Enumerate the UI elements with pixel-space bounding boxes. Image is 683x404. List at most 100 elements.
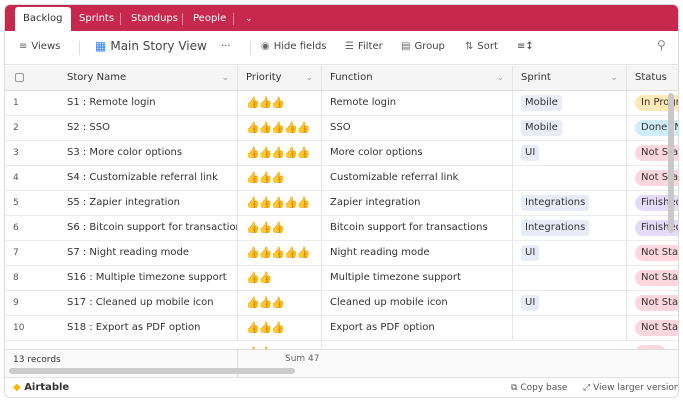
story-name-cell[interactable]: S4 : Customizable referral link (51, 166, 238, 190)
function-cell[interactable]: More color options (322, 141, 513, 165)
function-cell[interactable]: Multiple timezone support (322, 266, 513, 290)
table-row[interactable]: 10 S18 : Export as PDF option 👍👍👍 Export… (5, 316, 678, 341)
chevron-down-icon: ⌄ (221, 73, 229, 83)
status-cell[interactable]: Not Started (627, 241, 678, 265)
priority-rating[interactable]: 👍👍👍👍👍 (238, 116, 322, 140)
priority-rating[interactable]: 👍👍👍👍👍 (238, 141, 322, 165)
row-number: 3 (13, 148, 19, 158)
column-header-story-name[interactable]: Story Name ⌄ (51, 66, 238, 90)
story-name-cell[interactable]: S7 : Night reading mode (51, 241, 238, 265)
story-name-cell[interactable]: S18 : Export as PDF option (51, 316, 238, 340)
sprint-cell[interactable]: Integrations (513, 191, 627, 215)
sprint-cell[interactable]: UI (513, 141, 627, 165)
sprint-cell[interactable]: UI (513, 241, 627, 265)
story-name-cell[interactable]: S16 : Multiple timezone support (51, 266, 238, 290)
sprint-cell[interactable]: UI (513, 291, 627, 315)
hide-fields-button[interactable]: ◉ Hide fields (261, 41, 327, 52)
sprint-tag: UI (521, 245, 540, 261)
sprint-tag: Integrations (521, 195, 590, 211)
record-count: 13 records (13, 355, 61, 365)
table-row[interactable]: 1 S1 : Remote login 👍👍👍 Remote login Mob… (5, 91, 678, 116)
priority-rating[interactable]: 👍👍👍 (238, 91, 322, 115)
view-larger-button[interactable]: ⤢ View larger version (583, 383, 678, 393)
table-row-partial[interactable]: 👍👍 (5, 341, 678, 349)
sprint-tag: UI (521, 145, 540, 161)
summary-bar: 13 records Sum 47 (5, 349, 678, 378)
function-cell[interactable]: Customizable referral link (322, 166, 513, 190)
priority-rating[interactable]: 👍👍👍 (238, 216, 322, 240)
row-number: 2 (13, 123, 19, 133)
row-number: 8 (13, 273, 19, 283)
column-header-status[interactable]: Status (627, 66, 678, 90)
table-row[interactable]: 6 S6 : Bitcoin support for transactions … (5, 216, 678, 241)
airtable-logo[interactable]: ◆ Airtable (13, 382, 69, 393)
status-cell[interactable]: Not Started (627, 291, 678, 315)
table-tabs: Backlog Sprints Standups People ⌄ (5, 5, 678, 31)
sprint-cell[interactable] (513, 316, 627, 340)
table-row[interactable]: 9 S17 : Cleaned up mobile icon 👍👍👍 Clean… (5, 291, 678, 316)
function-cell[interactable]: SSO (322, 116, 513, 140)
table-row[interactable]: 7 S7 : Night reading mode 👍👍👍👍👍 Night re… (5, 241, 678, 266)
story-name-cell[interactable]: S5 : Zapier integration (51, 191, 238, 215)
status-cell[interactable]: Not Started (627, 316, 678, 340)
priority-rating[interactable]: 👍👍👍 (238, 316, 322, 340)
sprint-tag: UI (521, 295, 540, 311)
row-number: 4 (13, 173, 19, 183)
table-row[interactable]: 2 S2 : SSO 👍👍👍👍👍 SSO Mobile Done (N (5, 116, 678, 141)
sprint-cell[interactable] (513, 166, 627, 190)
vertical-scrollbar[interactable] (668, 93, 674, 233)
story-name-cell[interactable]: S3 : More color options (51, 141, 238, 165)
function-cell[interactable]: Zapier integration (322, 191, 513, 215)
column-header-priority[interactable]: Priority ⌄ (238, 66, 322, 90)
tab-sprints[interactable]: Sprints (71, 7, 122, 31)
sort-button[interactable]: ⇅ Sort (465, 41, 498, 52)
table-row[interactable]: 3 S3 : More color options 👍👍👍👍👍 More col… (5, 141, 678, 166)
priority-rating[interactable]: 👍👍 (238, 266, 322, 290)
table-row[interactable]: 4 S4 : Customizable referral link 👍👍👍 Cu… (5, 166, 678, 191)
status-badge: Not Started (635, 295, 678, 311)
story-name-cell[interactable]: S1 : Remote login (51, 91, 238, 115)
table-row[interactable]: 5 S5 : Zapier integration 👍👍👍👍👍 Zapier i… (5, 191, 678, 216)
records-grid: Story Name ⌄ Priority ⌄ Function ⌄ Sprint ⌄ … (5, 66, 678, 349)
chevron-down-icon: ⌄ (496, 73, 504, 83)
sprint-cell[interactable] (513, 266, 627, 290)
select-all-checkbox[interactable] (5, 66, 51, 90)
function-cell[interactable]: Night reading mode (322, 241, 513, 265)
story-name-cell[interactable]: S17 : Cleaned up mobile icon (51, 291, 238, 315)
group-button[interactable]: ▤ Group (401, 41, 445, 52)
row-height-button[interactable]: ≡↕ (517, 41, 534, 52)
function-cell[interactable]: Cleaned up mobile icon (322, 291, 513, 315)
sprint-cell[interactable]: Mobile (513, 116, 627, 140)
function-cell[interactable]: Export as PDF option (322, 316, 513, 340)
views-button[interactable]: ≡ Views (19, 41, 60, 52)
search-icon[interactable]: ⚲ (657, 38, 666, 52)
sort-icon: ⇅ (465, 41, 474, 52)
priority-rating[interactable]: 👍👍👍👍👍 (238, 241, 322, 265)
sprint-cell[interactable]: Integrations (513, 216, 627, 240)
priority-rating[interactable]: 👍👍👍 (238, 291, 322, 315)
sprint-cell[interactable]: Mobile (513, 91, 627, 115)
view-more-button[interactable]: ··· (221, 41, 231, 52)
priority-rating[interactable]: 👍👍👍 (238, 166, 322, 190)
view-switcher[interactable]: ▦ Main Story View (95, 39, 207, 53)
story-name-cell[interactable]: S6 : Bitcoin support for transactions (51, 216, 238, 240)
horizontal-scrollbar[interactable] (9, 368, 295, 374)
status-cell[interactable]: Not Started (627, 266, 678, 290)
tab-backlog[interactable]: Backlog (15, 7, 71, 31)
function-cell[interactable]: Remote login (322, 91, 513, 115)
column-header-function[interactable]: Function ⌄ (322, 66, 513, 90)
filter-button[interactable]: ☰ Filter (345, 41, 383, 52)
story-name-cell[interactable]: S2 : SSO (51, 116, 238, 140)
column-header-sprint[interactable]: Sprint ⌄ (513, 66, 627, 90)
priority-rating[interactable]: 👍👍👍👍👍 (238, 191, 322, 215)
chevron-down-icon: ⌄ (610, 73, 618, 83)
function-cell[interactable]: Bitcoin support for transactions (322, 216, 513, 240)
tab-standups[interactable]: Standups (123, 7, 186, 31)
more-tabs-chevron-icon[interactable]: ⌄ (237, 7, 261, 31)
priority-rating: 👍👍 (238, 341, 322, 349)
menu-icon: ≡ (19, 41, 28, 52)
tab-people[interactable]: People (185, 7, 234, 31)
sprint-tag: Mobile (521, 120, 562, 136)
copy-base-button[interactable]: ⧉ Copy base (511, 383, 567, 393)
table-row[interactable]: 8 S16 : Multiple timezone support 👍👍 Mul… (5, 266, 678, 291)
